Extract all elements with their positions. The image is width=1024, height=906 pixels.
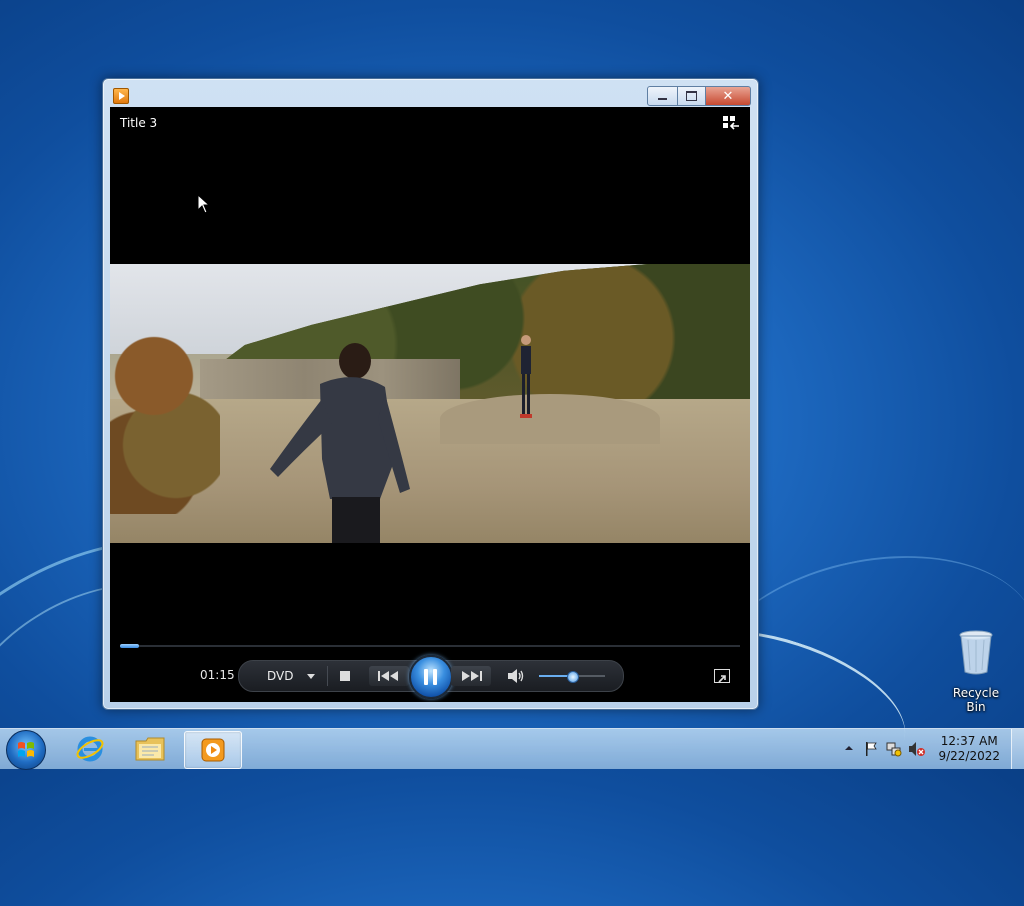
video-foliage (110, 284, 220, 514)
seek-bar[interactable] (120, 644, 740, 648)
taskbar-item-windows-explorer[interactable] (122, 731, 178, 767)
start-button[interactable] (6, 730, 46, 770)
volume-muted-icon[interactable] (908, 741, 926, 757)
mouse-cursor-icon (197, 194, 211, 214)
media-player-window[interactable]: ✕ Title 3 01:15 DVD (102, 78, 759, 710)
close-button[interactable]: ✕ (706, 86, 751, 106)
media-player-icon (201, 738, 225, 762)
clock-date: 9/22/2022 (938, 749, 1000, 763)
network-icon[interactable] (886, 741, 902, 757)
mute-button[interactable] (507, 668, 525, 684)
close-icon: ✕ (722, 88, 734, 104)
pause-button[interactable] (409, 655, 453, 699)
maximize-icon (686, 91, 697, 101)
minimize-icon (658, 98, 667, 100)
ie-icon (76, 736, 104, 762)
show-hidden-icons-icon[interactable] (844, 743, 854, 753)
folder-icon (135, 737, 165, 761)
show-desktop-button[interactable] (1011, 729, 1024, 769)
window-caption-buttons: ✕ (647, 86, 751, 106)
next-button[interactable] (451, 666, 491, 686)
clock-time: 12:37 AM (940, 734, 998, 748)
switch-to-library-icon[interactable] (722, 115, 740, 131)
next-icon (462, 671, 482, 681)
taskbar: 12:37 AM 9/22/2022 (0, 728, 1024, 770)
volume-slider[interactable] (539, 671, 605, 683)
fullscreen-button[interactable] (714, 669, 730, 683)
desktop-icon-recycle-bin[interactable]: Recycle Bin (942, 630, 1010, 714)
playback-controls: DVD (238, 655, 624, 699)
elapsed-time: 01:15 (200, 668, 235, 682)
pause-icon (424, 669, 428, 685)
media-player-icon (113, 88, 129, 104)
pause-icon (433, 669, 437, 685)
dvd-menu-button[interactable]: DVD (267, 669, 293, 683)
video-person-child (520, 335, 532, 418)
chevron-down-icon[interactable] (307, 674, 315, 679)
windows-logo-icon (18, 742, 34, 757)
fullscreen-icon (718, 675, 726, 683)
title-label: Title 3 (120, 116, 158, 130)
taskbar-clock[interactable]: 12:37 AM 9/22/2022 (938, 734, 1000, 764)
divider (327, 666, 328, 686)
video-person-woman (270, 343, 410, 543)
maximize-button[interactable] (678, 86, 706, 106)
taskbar-item-internet-explorer[interactable] (62, 731, 118, 767)
action-center-flag-icon[interactable] (864, 741, 880, 757)
stop-button[interactable] (340, 671, 350, 681)
previous-icon (378, 671, 398, 681)
volume-slider-thumb[interactable] (567, 671, 579, 683)
minimize-button[interactable] (647, 86, 678, 106)
video-area[interactable]: Title 3 01:15 DVD (110, 107, 750, 702)
video-frame[interactable] (110, 264, 750, 543)
previous-button[interactable] (369, 666, 409, 686)
seek-bar-fill (120, 644, 139, 648)
system-tray: 12:37 AM 9/22/2022 (834, 729, 1024, 769)
video-rock-mound (440, 394, 660, 444)
recycle-bin-icon (959, 630, 993, 675)
taskbar-item-windows-media-player[interactable] (184, 731, 242, 769)
desktop-icon-label: Recycle Bin (952, 686, 1000, 714)
